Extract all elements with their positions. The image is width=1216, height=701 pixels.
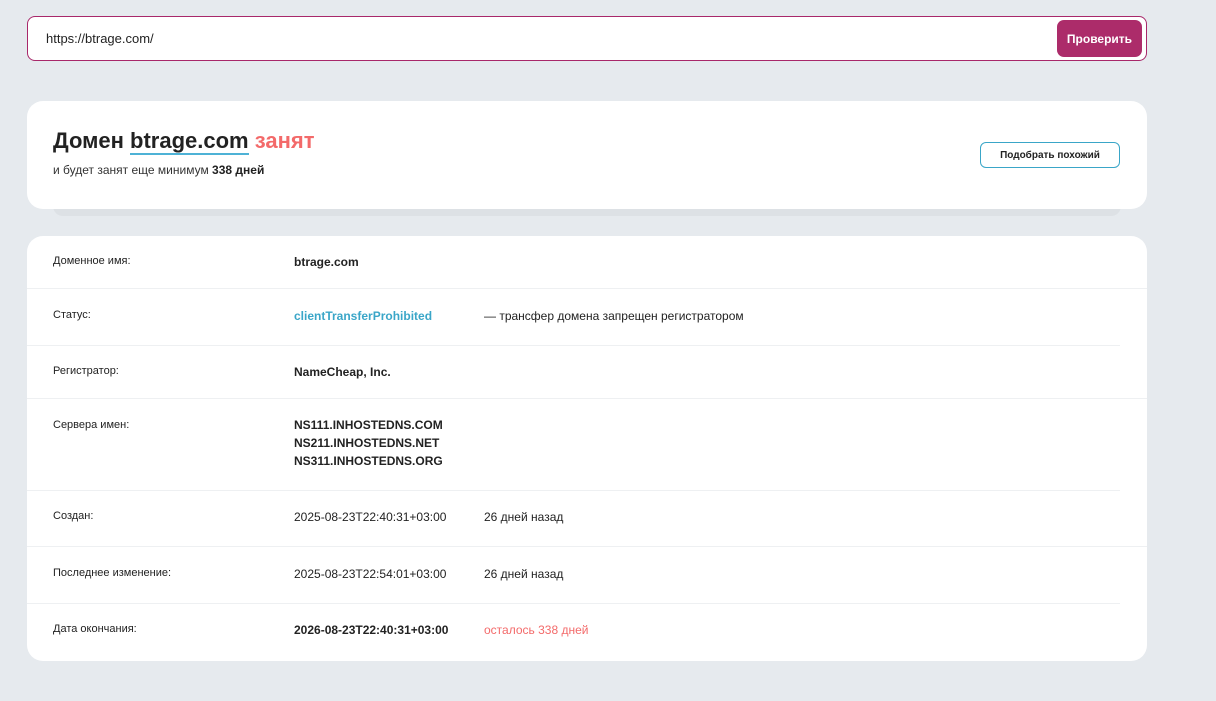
nameservers-list: NS111.INHOSTEDNS.COM NS211.INHOSTEDNS.NE… xyxy=(294,416,443,470)
registrar-label: Регистратор: xyxy=(53,365,119,377)
row-divider xyxy=(27,345,1120,346)
nameserver-item: NS311.INHOSTEDNS.ORG xyxy=(294,454,443,468)
domain-name-label: Доменное имя: xyxy=(53,255,131,267)
status-sub-days: 338 дней xyxy=(212,163,265,177)
status-note: — трансфер домена запрещен регистратором xyxy=(484,309,744,323)
domain-name-value: btrage.com xyxy=(294,255,359,269)
row-divider xyxy=(27,603,1120,604)
find-similar-button[interactable]: Подобрать похожий xyxy=(980,142,1120,168)
nameserver-item: NS211.INHOSTEDNS.NET xyxy=(294,436,440,450)
status-domain: btrage.com xyxy=(130,128,249,155)
registrar-value: NameCheap, Inc. xyxy=(294,365,391,379)
status-sub-prefix: и будет занят еще минимум xyxy=(53,163,209,177)
domain-input[interactable] xyxy=(46,17,1046,60)
expires-label: Дата окончания: xyxy=(53,623,137,635)
expires-note: осталось 338 дней xyxy=(484,623,589,637)
status-subtitle: и будет занят еще минимум 338 дней xyxy=(53,163,264,177)
updated-note: 26 дней назад xyxy=(484,567,564,581)
search-bar: Проверить xyxy=(27,16,1147,61)
whois-info-card: Доменное имя: btrage.com Статус: clientT… xyxy=(27,236,1147,661)
status-prefix: Домен xyxy=(53,128,124,153)
created-note: 26 дней назад xyxy=(484,510,564,524)
nameserver-item: NS111.INHOSTEDNS.COM xyxy=(294,418,443,432)
status-title: Домен btrage.com занят xyxy=(53,128,315,155)
status-label: Статус: xyxy=(53,309,91,321)
nameservers-label: Сервера имен: xyxy=(53,419,130,431)
updated-value: 2025-08-23T22:54:01+03:00 xyxy=(294,567,447,581)
row-divider xyxy=(27,546,1147,547)
status-state: занят xyxy=(254,128,315,153)
check-button[interactable]: Проверить xyxy=(1057,20,1142,57)
created-value: 2025-08-23T22:40:31+03:00 xyxy=(294,510,447,524)
row-divider xyxy=(27,490,1120,491)
row-divider xyxy=(27,288,1147,289)
status-card: Домен btrage.com занят и будет занят еще… xyxy=(27,101,1147,209)
row-divider xyxy=(27,398,1147,399)
expires-value: 2026-08-23T22:40:31+03:00 xyxy=(294,623,449,637)
created-label: Создан: xyxy=(53,510,94,522)
status-code-link[interactable]: clientTransferProhibited xyxy=(294,309,432,323)
updated-label: Последнее изменение: xyxy=(53,567,172,579)
